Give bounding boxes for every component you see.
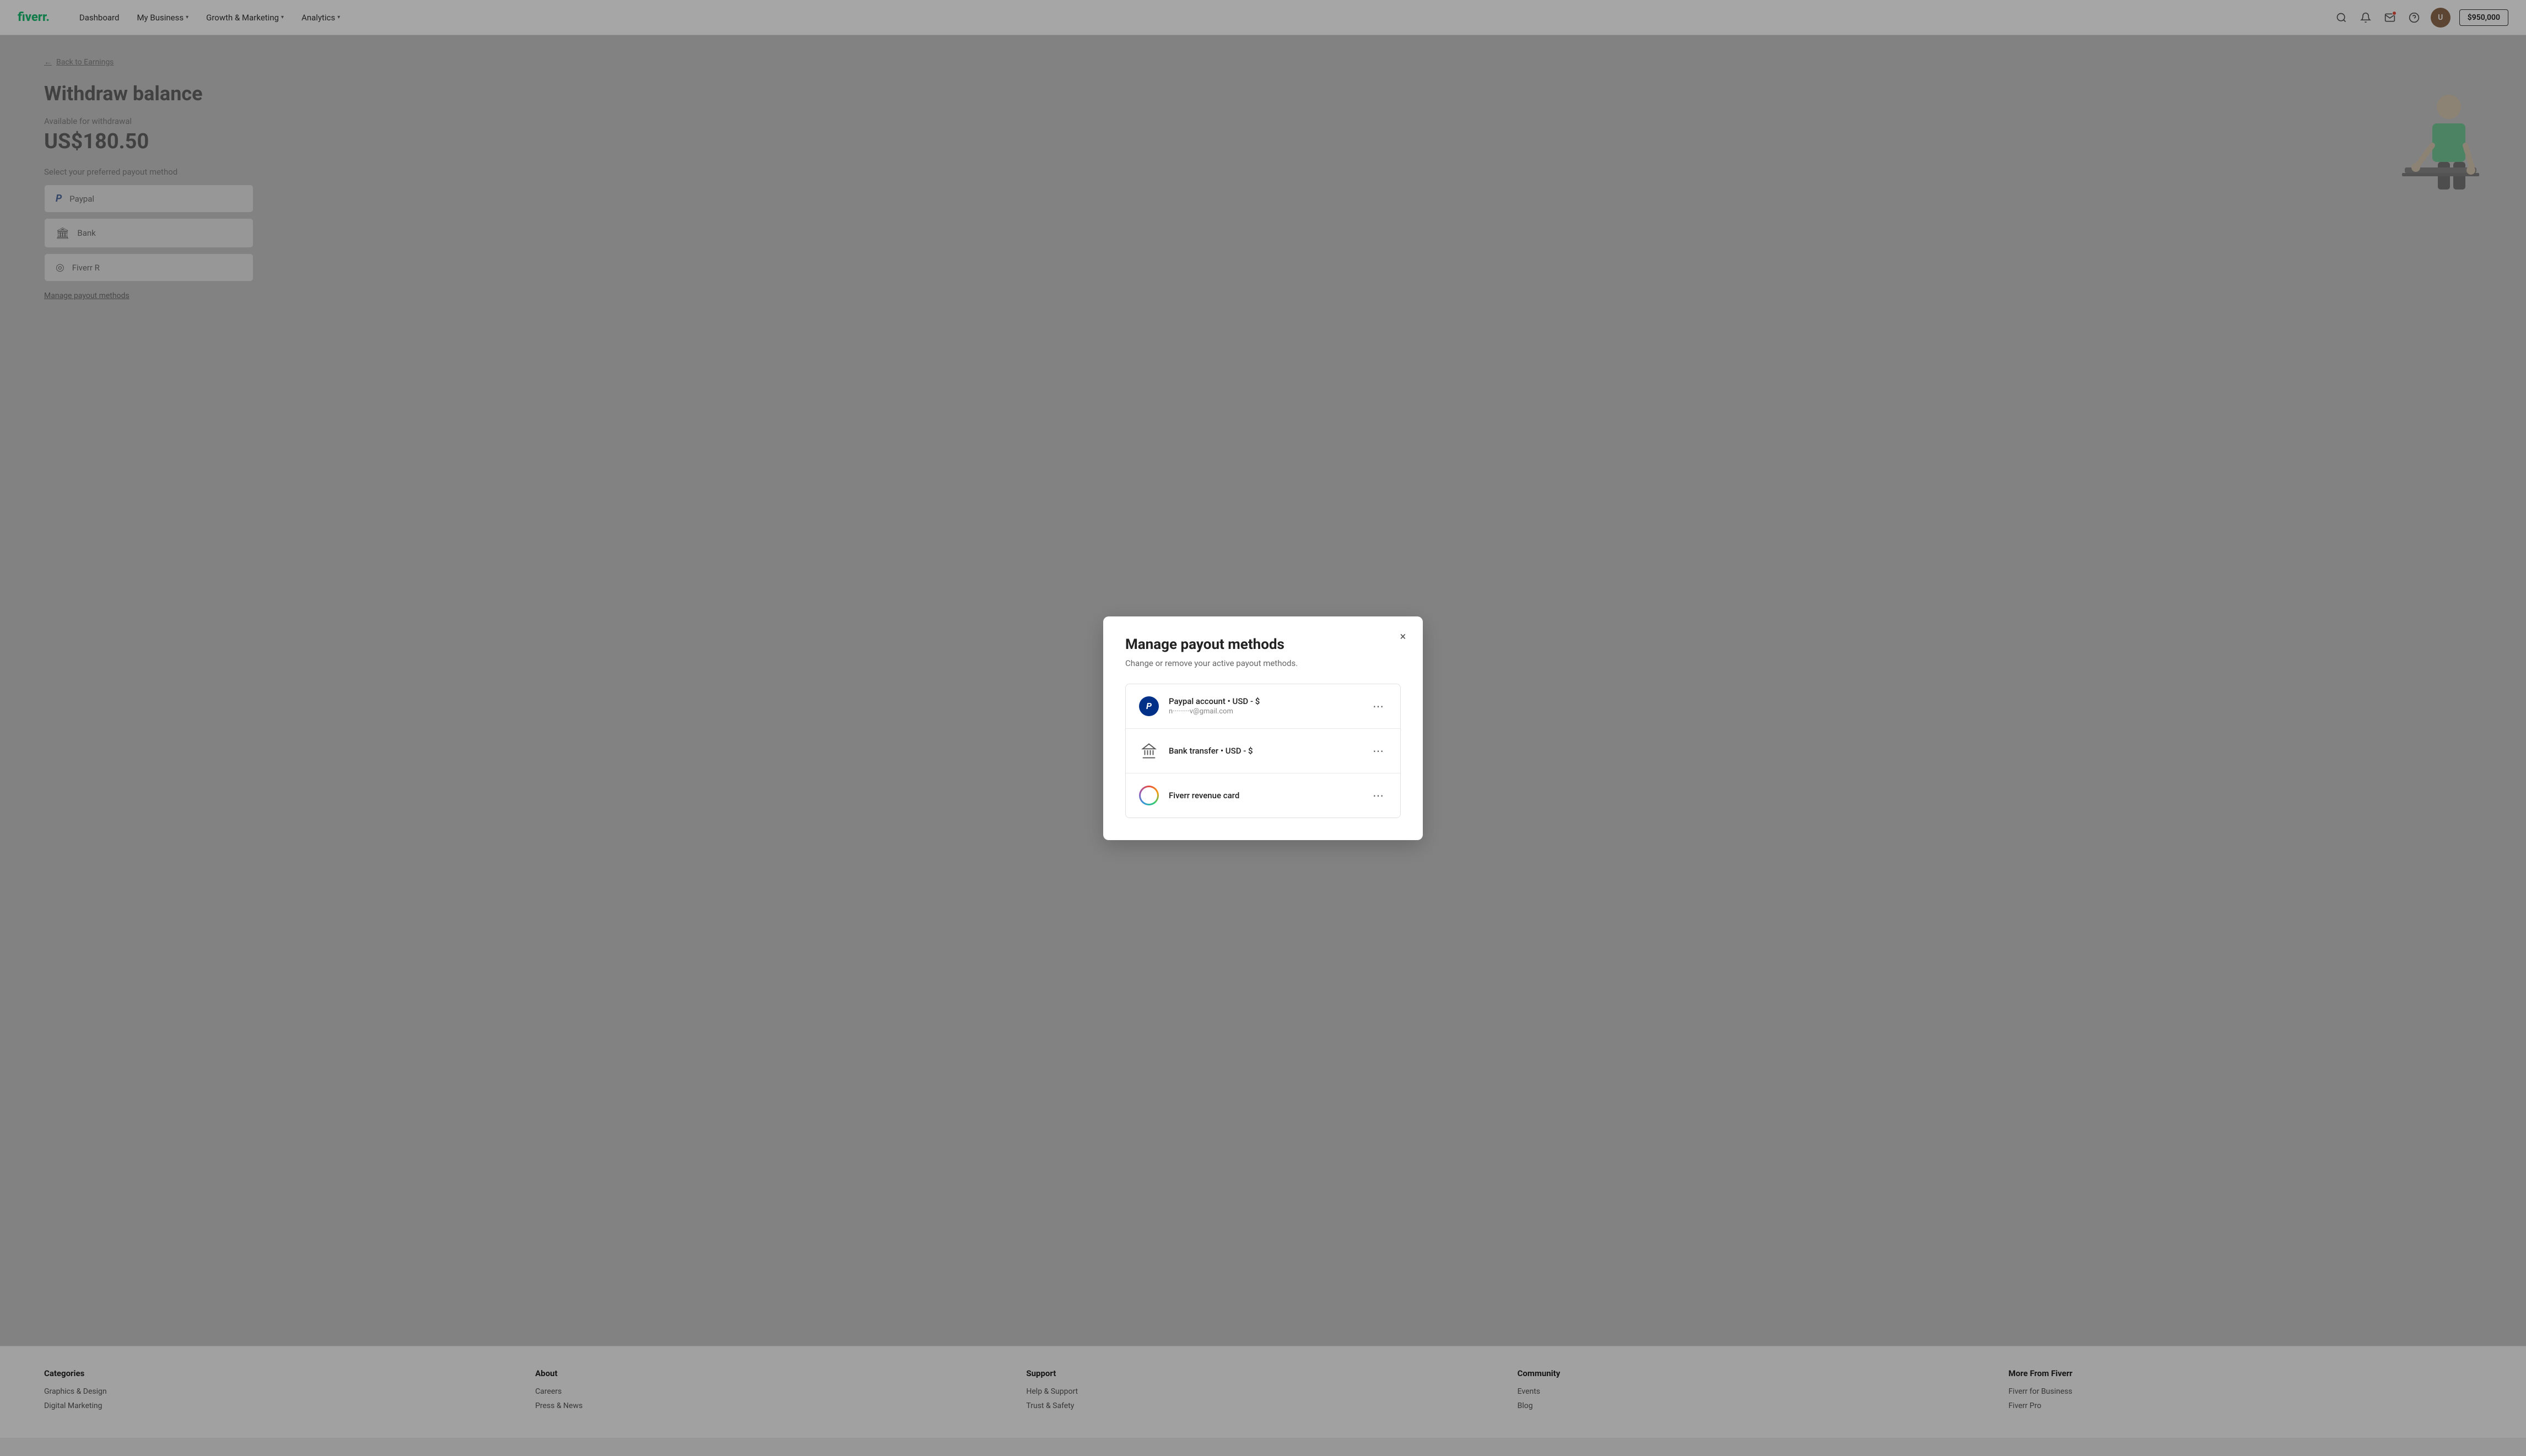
method-list: P Paypal account • USD - $ n·········v@g… xyxy=(1125,684,1401,818)
fiverr-card-method-row: Fiverr revenue card ⋯ xyxy=(1126,773,1400,818)
paypal-more-button[interactable]: ⋯ xyxy=(1368,697,1388,715)
fiverr-card-more-button[interactable]: ⋯ xyxy=(1368,787,1388,804)
bank-building-icon xyxy=(1139,741,1159,761)
modal-overlay[interactable]: Manage payout methods Change or remove y… xyxy=(0,0,2526,1456)
fiverr-card-method-name: Fiverr revenue card xyxy=(1169,791,1368,800)
fiverr-card-method-info: Fiverr revenue card xyxy=(1169,791,1368,800)
bank-method-row: Bank transfer • USD - $ ⋯ xyxy=(1126,729,1400,773)
modal-subtitle: Change or remove your active payout meth… xyxy=(1125,658,1401,668)
modal: Manage payout methods Change or remove y… xyxy=(1103,616,1423,840)
paypal-method-info: Paypal account • USD - $ n·········v@gma… xyxy=(1169,696,1368,716)
modal-close-button[interactable]: × xyxy=(1394,627,1412,645)
paypal-method-icon: P xyxy=(1138,695,1160,717)
fiverr-card-method-icon xyxy=(1138,784,1160,807)
modal-title: Manage payout methods xyxy=(1125,636,1401,653)
paypal-method-email: n·········v@gmail.com xyxy=(1169,707,1368,716)
paypal-method-name: Paypal account • USD - $ xyxy=(1169,696,1368,706)
bank-method-icon xyxy=(1138,740,1160,762)
fiverr-revenue-card-icon xyxy=(1139,786,1159,805)
bank-method-name: Bank transfer • USD - $ xyxy=(1169,746,1368,756)
bank-method-info: Bank transfer • USD - $ xyxy=(1169,746,1368,756)
bank-more-button[interactable]: ⋯ xyxy=(1368,742,1388,760)
paypal-method-row: P Paypal account • USD - $ n·········v@g… xyxy=(1126,684,1400,729)
paypal-logo-icon: P xyxy=(1139,696,1159,716)
